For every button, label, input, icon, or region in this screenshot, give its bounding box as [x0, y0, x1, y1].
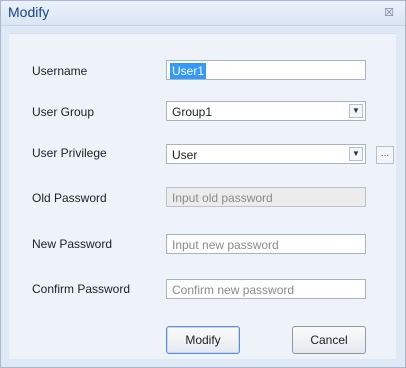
confirm-password-placeholder: Confirm new password — [172, 283, 295, 297]
confirm-password-field[interactable]: Confirm new password — [166, 279, 366, 299]
privilege-more-button[interactable]: ... — [376, 146, 394, 164]
cancel-button[interactable]: Cancel — [292, 326, 366, 354]
username-field[interactable]: User1 — [166, 60, 366, 80]
username-label: Username — [32, 64, 88, 78]
user-privilege-value: User — [172, 148, 198, 162]
modify-button[interactable]: Modify — [166, 326, 240, 354]
chevron-down-icon[interactable]: ▼ — [349, 147, 363, 161]
new-password-placeholder: Input new password — [172, 238, 279, 252]
user-group-value: Group1 — [172, 105, 213, 119]
user-group-select[interactable]: Group1 ▼ — [166, 101, 366, 121]
username-value: User1 — [170, 63, 207, 79]
modify-dialog: Modify ☒ Username User1 User Group Group… — [0, 0, 406, 368]
form-panel: Username User1 User Group Group1 ▼ User … — [9, 33, 396, 359]
dialog-title: Modify — [8, 4, 50, 20]
old-password-field: Input old password — [166, 187, 366, 207]
new-password-field[interactable]: Input new password — [166, 234, 366, 254]
old-password-label: Old Password — [32, 191, 107, 205]
chevron-down-icon[interactable]: ▼ — [349, 104, 363, 118]
close-icon[interactable]: ☒ — [382, 6, 396, 20]
title-bar: Modify ☒ — [1, 1, 405, 26]
user-group-label: User Group — [32, 105, 95, 119]
user-privilege-select[interactable]: User ▼ — [166, 144, 366, 164]
old-password-placeholder: Input old password — [172, 191, 273, 205]
confirm-password-label: Confirm Password — [32, 282, 131, 296]
new-password-label: New Password — [32, 237, 113, 251]
user-privilege-label: User Privilege — [32, 146, 107, 160]
